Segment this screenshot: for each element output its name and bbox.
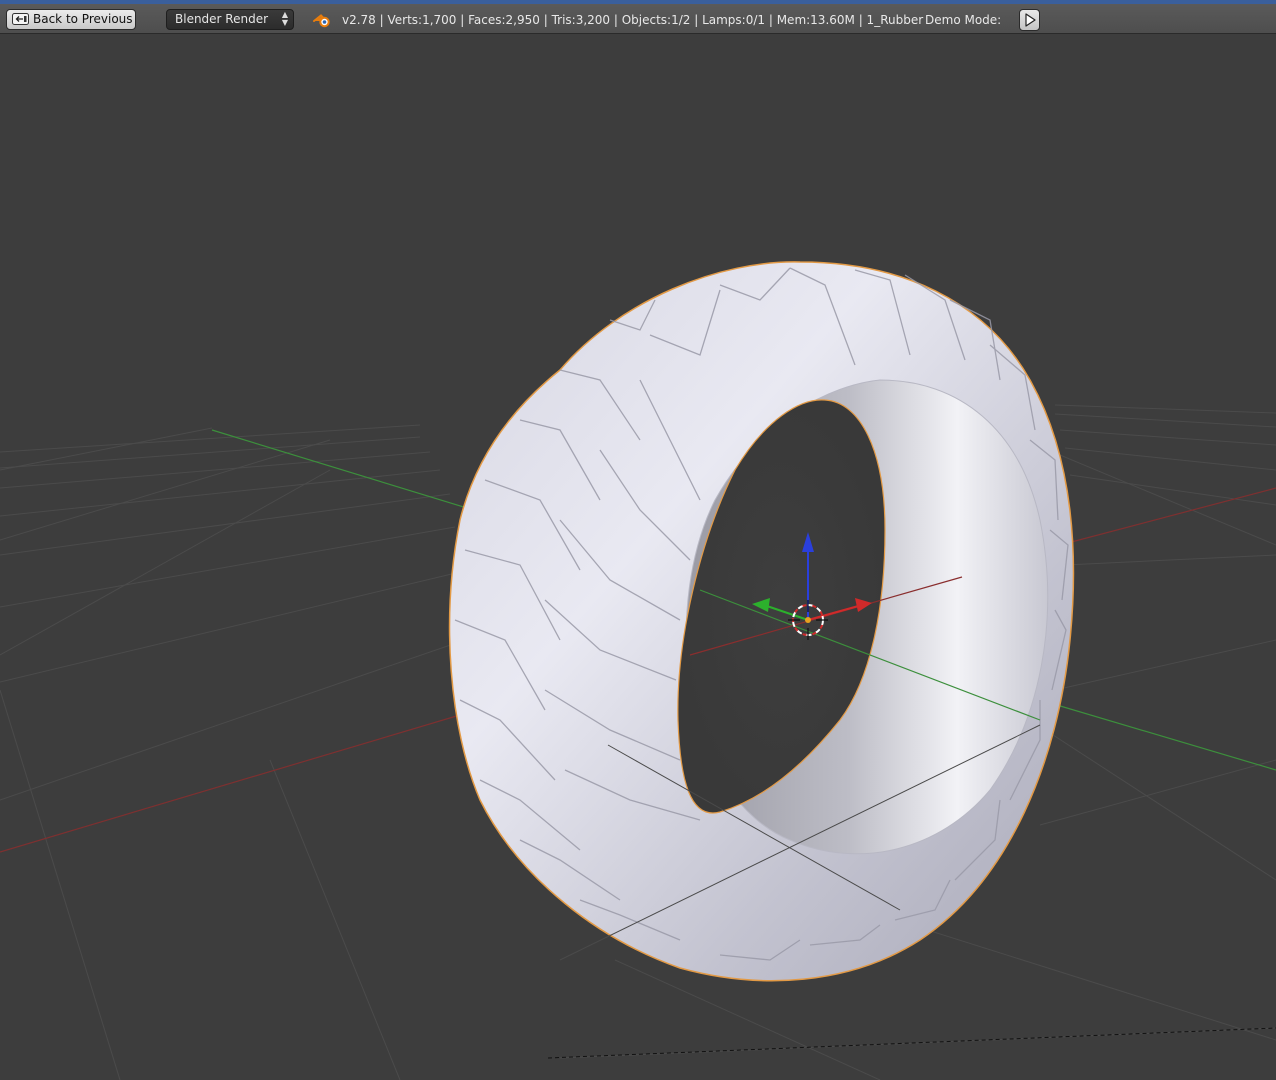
back-arrow-icon xyxy=(12,13,29,25)
scene-statistics: v2.78 | Verts:1,700 | Faces:2,950 | Tris… xyxy=(342,13,924,27)
x-axis-line xyxy=(0,711,471,853)
render-engine-value: Blender Render xyxy=(175,12,269,26)
x-axis-line-right xyxy=(1059,487,1276,546)
viewport-scene xyxy=(0,261,1276,1080)
updown-arrows-icon: ▲ ▼ xyxy=(281,10,288,27)
back-to-previous-button[interactable]: Back to Previous xyxy=(6,9,136,30)
3d-viewport[interactable] xyxy=(0,35,1276,1080)
tire-mesh[interactable] xyxy=(448,261,1075,982)
y-axis-line-right xyxy=(1039,699,1276,771)
blender-window: Back to Previous Blender Render ▲ ▼ v2.78… xyxy=(0,0,1276,1080)
back-to-previous-label: Back to Previous xyxy=(33,12,133,26)
info-header: Back to Previous Blender Render ▲ ▼ v2.78… xyxy=(0,4,1276,34)
play-icon xyxy=(1025,13,1036,27)
demo-play-button[interactable] xyxy=(1019,9,1040,31)
blender-logo-icon xyxy=(313,14,330,28)
dashed-guide xyxy=(547,1027,1276,1059)
demo-mode-label: Demo Mode: xyxy=(925,13,1002,27)
render-engine-select[interactable]: Blender Render ▲ ▼ xyxy=(166,9,294,30)
